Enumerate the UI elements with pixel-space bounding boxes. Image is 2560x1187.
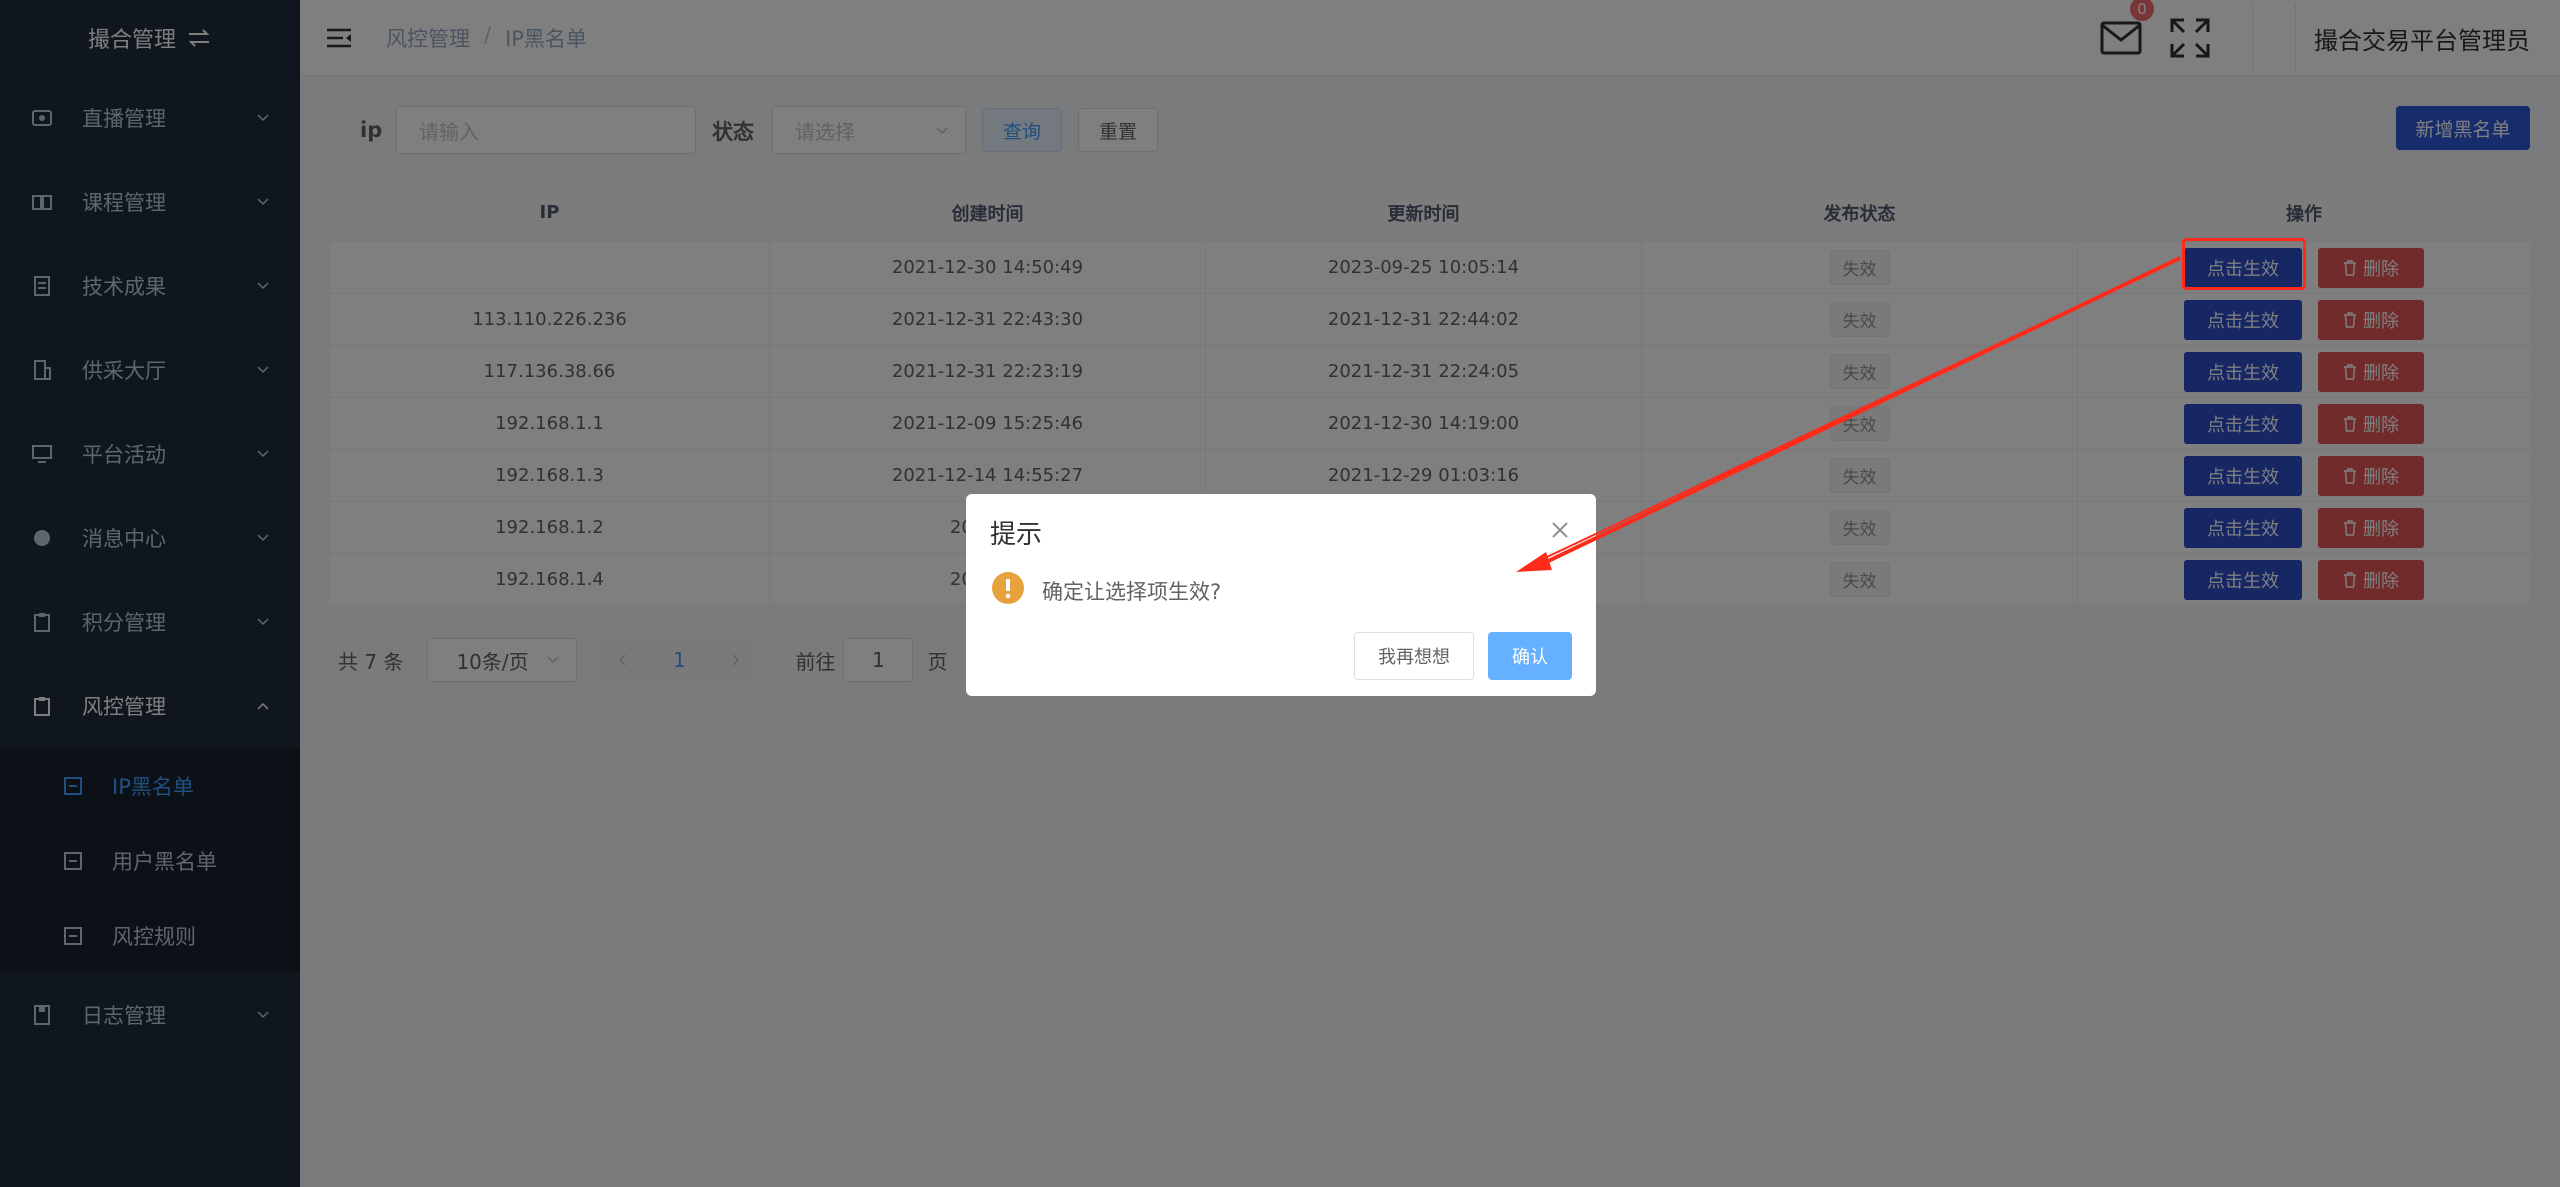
dialog-cancel-button[interactable]: 我再想想: [1354, 632, 1474, 680]
close-icon[interactable]: [1550, 520, 1570, 540]
annotation-highlight-box: [2182, 238, 2306, 290]
warning-icon: [992, 572, 1024, 604]
dialog-message: 确定让选择项生效?: [1042, 580, 1222, 604]
dialog-confirm-button[interactable]: 确认: [1488, 632, 1572, 680]
confirm-dialog: 提示 确定让选择项生效? 我再想想 确认: [966, 494, 1596, 696]
dialog-title: 提示: [990, 520, 1043, 550]
